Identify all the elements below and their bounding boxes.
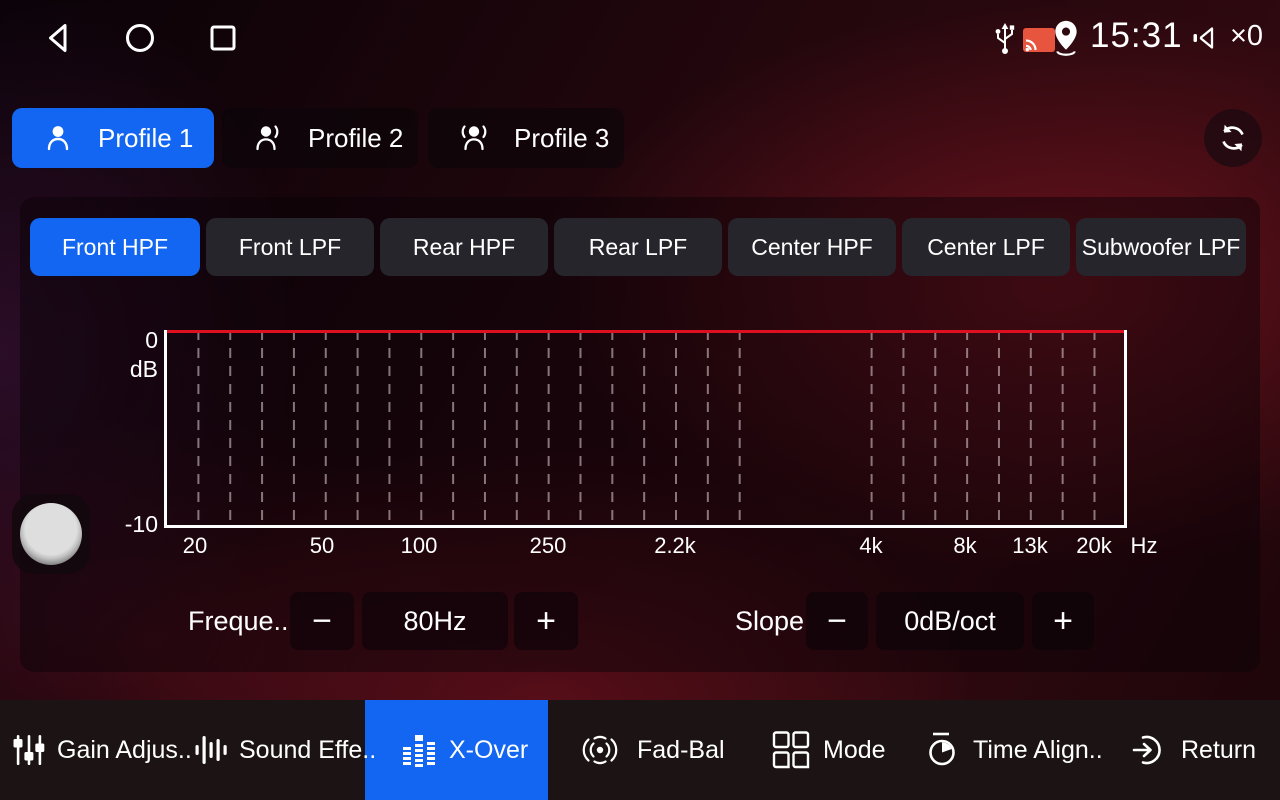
- refresh-button[interactable]: [1204, 109, 1262, 167]
- bottom-nav-bar: Gain Adjus.. Sound Effe..: [0, 700, 1280, 800]
- x-tick-label: 2.2k: [654, 533, 696, 559]
- x-tick-label: Hz: [1131, 533, 1158, 559]
- home-icon[interactable]: [122, 20, 158, 56]
- filter-tab-rear-hpf[interactable]: Rear HPF: [380, 218, 548, 276]
- filter-tab-label: Center HPF: [751, 234, 872, 261]
- user-sound-both-icon: [456, 120, 492, 156]
- x-tick-label: 13k: [1012, 533, 1047, 559]
- mode-grid-icon: [770, 730, 812, 770]
- back-icon[interactable]: [40, 20, 76, 56]
- filter-tab-subwoofer-lpf[interactable]: Subwoofer LPF: [1076, 218, 1246, 276]
- slope-plus-button[interactable]: +: [1032, 592, 1094, 650]
- profile-tab-1[interactable]: Profile 1: [12, 108, 214, 168]
- filter-tab-label: Center LPF: [927, 234, 1045, 261]
- frequency-minus-button[interactable]: −: [290, 592, 354, 650]
- x-tick-label: 250: [530, 533, 567, 559]
- nav-label: Gain Adjus..: [57, 736, 192, 765]
- nav-x-over[interactable]: X-Over: [400, 700, 528, 800]
- slope-label: Slope: [735, 592, 804, 650]
- nav-sound-effect[interactable]: Sound Effe..: [194, 700, 376, 800]
- slope-minus-button[interactable]: −: [806, 592, 868, 650]
- filter-tab-rear-lpf[interactable]: Rear LPF: [554, 218, 722, 276]
- filter-tab-front-lpf[interactable]: Front LPF: [206, 218, 374, 276]
- fader-balance-icon: [574, 728, 626, 772]
- crossover-response-plot: [164, 330, 1127, 528]
- y-tick-label: 0: [124, 327, 158, 354]
- recents-icon[interactable]: [205, 20, 241, 56]
- return-arrow-icon: [1130, 731, 1170, 769]
- slope-value: 0dB/oct: [876, 592, 1024, 650]
- filter-tab-label: Front LPF: [239, 234, 341, 261]
- x-tick-label: 8k: [953, 533, 976, 559]
- minus-icon: −: [312, 604, 332, 638]
- profile-tab-2[interactable]: Profile 2: [222, 108, 418, 168]
- usb-icon: [992, 21, 1018, 57]
- nav-fad-bal[interactable]: Fad-Bal: [574, 700, 725, 800]
- nav-gain-adjust[interactable]: Gain Adjus..: [12, 700, 192, 800]
- user-icon: [40, 120, 76, 156]
- plus-icon: +: [1053, 604, 1073, 638]
- nav-mode[interactable]: Mode: [770, 700, 886, 800]
- head-unit-screen: 15:31 ×0 Profile 1 Profile 2 Profile 3: [0, 0, 1280, 800]
- location-icon: [1050, 18, 1082, 58]
- volume-mute-icon: [1192, 24, 1216, 52]
- nav-label: Time Align..: [973, 736, 1103, 765]
- filter-tab-center-lpf[interactable]: Center LPF: [902, 218, 1070, 276]
- filter-tab-label: Rear LPF: [589, 234, 687, 261]
- equalizer-bars-icon: [400, 733, 438, 767]
- gain-sliders-icon: [12, 734, 46, 766]
- nav-return[interactable]: Return: [1130, 700, 1256, 800]
- frequency-value: 80Hz: [362, 592, 508, 650]
- x-tick-label: 20k: [1076, 533, 1111, 559]
- x-tick-label: 4k: [859, 533, 882, 559]
- user-sound-icon: [250, 120, 286, 156]
- frequency-label: Freque..: [188, 592, 289, 650]
- filter-tab-label: Front HPF: [62, 234, 168, 261]
- gridlines-layer: [167, 330, 1124, 522]
- knob-icon: [20, 503, 82, 565]
- profile-tab-label: Profile 3: [514, 123, 609, 154]
- filter-tab-label: Subwoofer LPF: [1082, 234, 1241, 261]
- filter-tab-label: Rear HPF: [413, 234, 515, 261]
- floating-knob-button[interactable]: [12, 494, 90, 574]
- profile-tab-3[interactable]: Profile 3: [428, 108, 624, 168]
- frequency-plus-button[interactable]: +: [514, 592, 578, 650]
- sync-icon: [1216, 121, 1250, 155]
- clock: 15:31: [1090, 16, 1183, 56]
- profile-tab-label: Profile 1: [98, 123, 193, 154]
- sound-wave-icon: [194, 733, 228, 767]
- timer-icon: [922, 730, 962, 770]
- profile-tab-label: Profile 2: [308, 123, 403, 154]
- plus-icon: +: [536, 604, 556, 638]
- x-axis-ticks: 20 50 100 250 2.2k 4k 8k 13k 20k Hz: [164, 533, 1214, 563]
- x-tick-label: 50: [310, 533, 334, 559]
- x-tick-label: 20: [183, 533, 207, 559]
- minus-icon: −: [827, 604, 847, 638]
- nav-label: Return: [1181, 736, 1256, 765]
- volume-mute-count: ×0: [1230, 20, 1263, 53]
- nav-label: Fad-Bal: [637, 736, 725, 765]
- nav-time-align[interactable]: Time Align..: [922, 700, 1103, 800]
- nav-label: Mode: [823, 736, 886, 765]
- x-tick-label: 100: [401, 533, 438, 559]
- filter-tab-center-hpf[interactable]: Center HPF: [728, 218, 896, 276]
- response-curve: [167, 330, 1124, 333]
- y-tick-label: -10: [110, 511, 158, 538]
- y-axis-unit-label: dB: [118, 356, 158, 383]
- filter-tab-front-hpf[interactable]: Front HPF: [30, 218, 200, 276]
- nav-label: X-Over: [449, 736, 528, 765]
- nav-label: Sound Effe..: [239, 736, 376, 765]
